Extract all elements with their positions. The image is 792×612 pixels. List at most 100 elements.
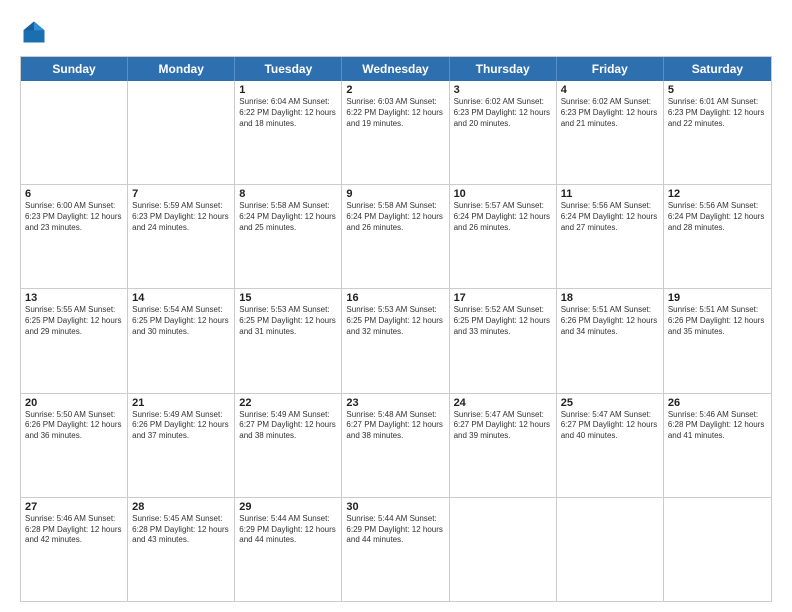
day-number: 24 [454,397,552,409]
day-cell-10: 10Sunrise: 5:57 AM Sunset: 6:24 PM Dayli… [450,185,557,288]
day-info: Sunrise: 6:02 AM Sunset: 6:23 PM Dayligh… [454,97,552,129]
empty-cell [450,498,557,601]
empty-cell [664,498,771,601]
header-day-wednesday: Wednesday [342,57,449,81]
day-info: Sunrise: 5:57 AM Sunset: 6:24 PM Dayligh… [454,201,552,233]
calendar-header-row: SundayMondayTuesdayWednesdayThursdayFrid… [21,57,771,81]
week-row-5: 27Sunrise: 5:46 AM Sunset: 6:28 PM Dayli… [21,497,771,601]
day-number: 25 [561,397,659,409]
day-info: Sunrise: 5:55 AM Sunset: 6:25 PM Dayligh… [25,305,123,337]
page: SundayMondayTuesdayWednesdayThursdayFrid… [0,0,792,612]
header-day-monday: Monday [128,57,235,81]
day-number: 21 [132,397,230,409]
day-cell-4: 4Sunrise: 6:02 AM Sunset: 6:23 PM Daylig… [557,81,664,184]
day-number: 13 [25,292,123,304]
day-info: Sunrise: 5:50 AM Sunset: 6:26 PM Dayligh… [25,410,123,442]
day-number: 26 [668,397,767,409]
day-info: Sunrise: 5:44 AM Sunset: 6:29 PM Dayligh… [239,514,337,546]
day-info: Sunrise: 6:04 AM Sunset: 6:22 PM Dayligh… [239,97,337,129]
day-cell-22: 22Sunrise: 5:49 AM Sunset: 6:27 PM Dayli… [235,394,342,497]
header-day-friday: Friday [557,57,664,81]
empty-cell [21,81,128,184]
day-number: 10 [454,188,552,200]
day-number: 2 [346,84,444,96]
week-row-1: 1Sunrise: 6:04 AM Sunset: 6:22 PM Daylig… [21,81,771,184]
logo-icon [20,18,48,46]
day-number: 30 [346,501,444,513]
header [20,18,772,46]
day-number: 11 [561,188,659,200]
day-cell-14: 14Sunrise: 5:54 AM Sunset: 6:25 PM Dayli… [128,289,235,392]
day-cell-11: 11Sunrise: 5:56 AM Sunset: 6:24 PM Dayli… [557,185,664,288]
day-cell-5: 5Sunrise: 6:01 AM Sunset: 6:23 PM Daylig… [664,81,771,184]
day-cell-7: 7Sunrise: 5:59 AM Sunset: 6:23 PM Daylig… [128,185,235,288]
day-cell-2: 2Sunrise: 6:03 AM Sunset: 6:22 PM Daylig… [342,81,449,184]
day-info: Sunrise: 5:49 AM Sunset: 6:27 PM Dayligh… [239,410,337,442]
day-info: Sunrise: 5:51 AM Sunset: 6:26 PM Dayligh… [668,305,767,337]
day-cell-12: 12Sunrise: 5:56 AM Sunset: 6:24 PM Dayli… [664,185,771,288]
day-info: Sunrise: 5:54 AM Sunset: 6:25 PM Dayligh… [132,305,230,337]
week-row-4: 20Sunrise: 5:50 AM Sunset: 6:26 PM Dayli… [21,393,771,497]
day-info: Sunrise: 5:59 AM Sunset: 6:23 PM Dayligh… [132,201,230,233]
empty-cell [128,81,235,184]
day-cell-17: 17Sunrise: 5:52 AM Sunset: 6:25 PM Dayli… [450,289,557,392]
day-info: Sunrise: 5:48 AM Sunset: 6:27 PM Dayligh… [346,410,444,442]
day-number: 29 [239,501,337,513]
day-number: 1 [239,84,337,96]
day-number: 27 [25,501,123,513]
day-number: 12 [668,188,767,200]
empty-cell [557,498,664,601]
day-info: Sunrise: 5:52 AM Sunset: 6:25 PM Dayligh… [454,305,552,337]
day-info: Sunrise: 5:47 AM Sunset: 6:27 PM Dayligh… [561,410,659,442]
day-cell-9: 9Sunrise: 5:58 AM Sunset: 6:24 PM Daylig… [342,185,449,288]
header-day-saturday: Saturday [664,57,771,81]
day-cell-27: 27Sunrise: 5:46 AM Sunset: 6:28 PM Dayli… [21,498,128,601]
day-number: 22 [239,397,337,409]
day-cell-16: 16Sunrise: 5:53 AM Sunset: 6:25 PM Dayli… [342,289,449,392]
day-info: Sunrise: 5:49 AM Sunset: 6:26 PM Dayligh… [132,410,230,442]
day-number: 4 [561,84,659,96]
day-cell-28: 28Sunrise: 5:45 AM Sunset: 6:28 PM Dayli… [128,498,235,601]
day-cell-15: 15Sunrise: 5:53 AM Sunset: 6:25 PM Dayli… [235,289,342,392]
day-cell-1: 1Sunrise: 6:04 AM Sunset: 6:22 PM Daylig… [235,81,342,184]
header-day-tuesday: Tuesday [235,57,342,81]
day-info: Sunrise: 5:51 AM Sunset: 6:26 PM Dayligh… [561,305,659,337]
day-cell-21: 21Sunrise: 5:49 AM Sunset: 6:26 PM Dayli… [128,394,235,497]
calendar: SundayMondayTuesdayWednesdayThursdayFrid… [20,56,772,602]
day-cell-19: 19Sunrise: 5:51 AM Sunset: 6:26 PM Dayli… [664,289,771,392]
day-cell-24: 24Sunrise: 5:47 AM Sunset: 6:27 PM Dayli… [450,394,557,497]
logo [20,18,52,46]
day-info: Sunrise: 6:00 AM Sunset: 6:23 PM Dayligh… [25,201,123,233]
day-cell-30: 30Sunrise: 5:44 AM Sunset: 6:29 PM Dayli… [342,498,449,601]
day-info: Sunrise: 5:45 AM Sunset: 6:28 PM Dayligh… [132,514,230,546]
day-cell-25: 25Sunrise: 5:47 AM Sunset: 6:27 PM Dayli… [557,394,664,497]
day-number: 8 [239,188,337,200]
day-cell-23: 23Sunrise: 5:48 AM Sunset: 6:27 PM Dayli… [342,394,449,497]
day-number: 5 [668,84,767,96]
day-cell-18: 18Sunrise: 5:51 AM Sunset: 6:26 PM Dayli… [557,289,664,392]
day-info: Sunrise: 6:03 AM Sunset: 6:22 PM Dayligh… [346,97,444,129]
day-number: 9 [346,188,444,200]
day-info: Sunrise: 6:01 AM Sunset: 6:23 PM Dayligh… [668,97,767,129]
day-info: Sunrise: 5:56 AM Sunset: 6:24 PM Dayligh… [668,201,767,233]
calendar-body: 1Sunrise: 6:04 AM Sunset: 6:22 PM Daylig… [21,81,771,601]
day-number: 19 [668,292,767,304]
day-cell-3: 3Sunrise: 6:02 AM Sunset: 6:23 PM Daylig… [450,81,557,184]
day-info: Sunrise: 5:53 AM Sunset: 6:25 PM Dayligh… [239,305,337,337]
header-day-sunday: Sunday [21,57,128,81]
day-cell-6: 6Sunrise: 6:00 AM Sunset: 6:23 PM Daylig… [21,185,128,288]
header-day-thursday: Thursday [450,57,557,81]
day-number: 6 [25,188,123,200]
day-info: Sunrise: 5:58 AM Sunset: 6:24 PM Dayligh… [239,201,337,233]
day-number: 18 [561,292,659,304]
day-cell-29: 29Sunrise: 5:44 AM Sunset: 6:29 PM Dayli… [235,498,342,601]
day-info: Sunrise: 5:46 AM Sunset: 6:28 PM Dayligh… [668,410,767,442]
day-info: Sunrise: 5:47 AM Sunset: 6:27 PM Dayligh… [454,410,552,442]
day-info: Sunrise: 5:53 AM Sunset: 6:25 PM Dayligh… [346,305,444,337]
week-row-2: 6Sunrise: 6:00 AM Sunset: 6:23 PM Daylig… [21,184,771,288]
day-info: Sunrise: 6:02 AM Sunset: 6:23 PM Dayligh… [561,97,659,129]
day-number: 23 [346,397,444,409]
day-number: 3 [454,84,552,96]
day-number: 7 [132,188,230,200]
day-info: Sunrise: 5:58 AM Sunset: 6:24 PM Dayligh… [346,201,444,233]
